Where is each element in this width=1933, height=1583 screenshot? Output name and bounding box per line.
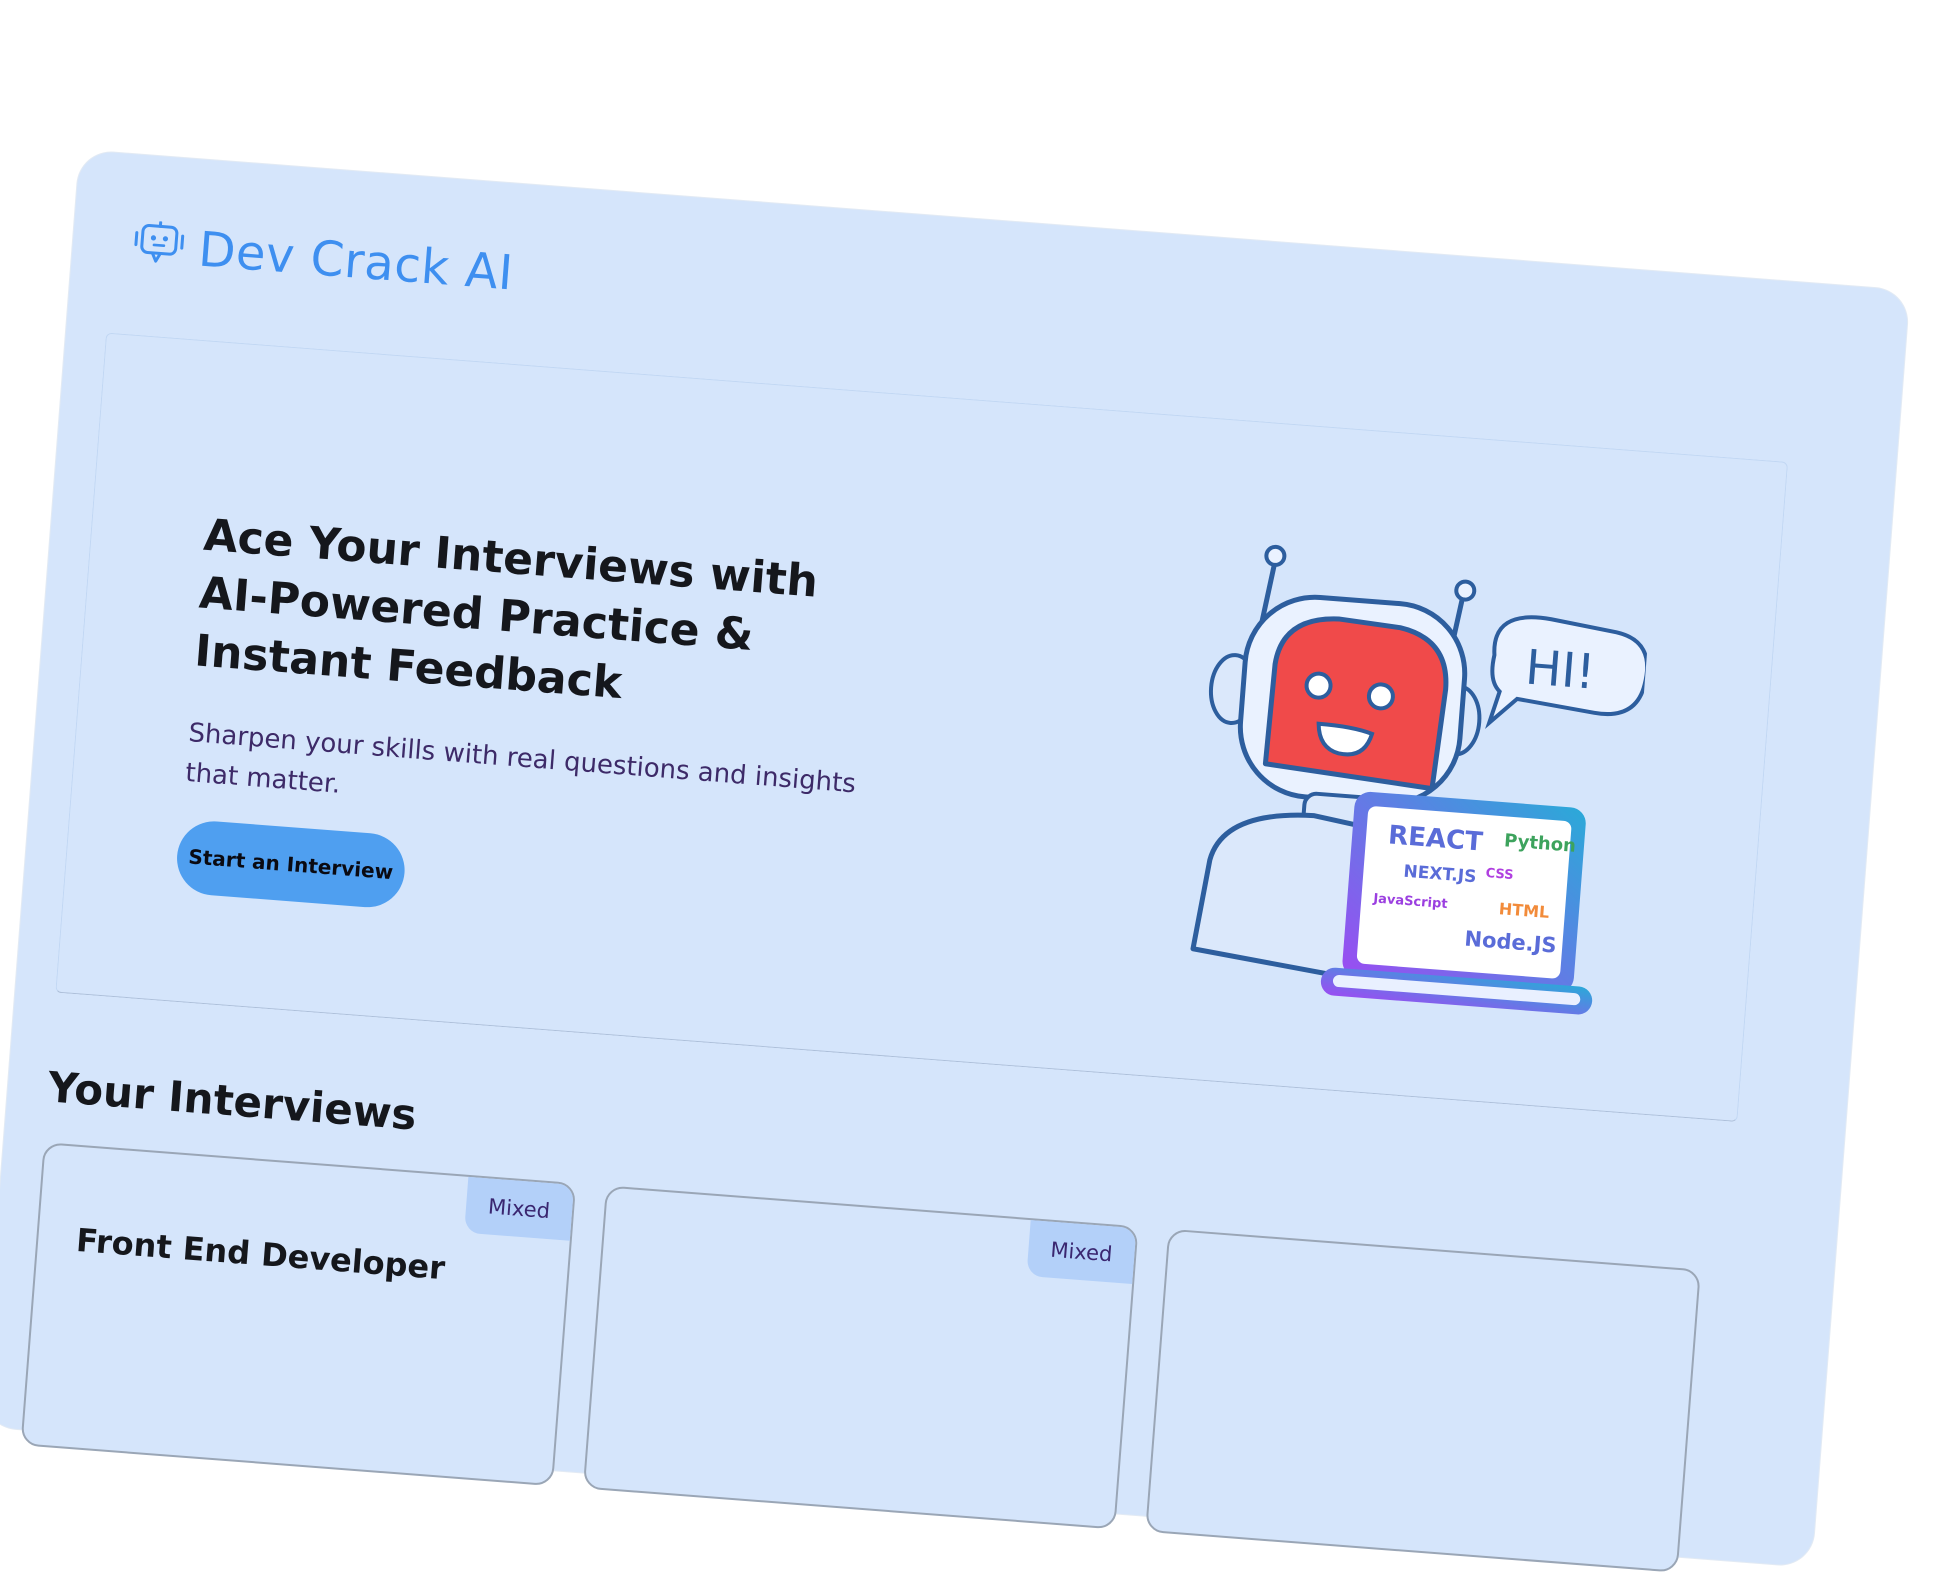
section-title-your-interviews: Your Interviews: [46, 1062, 419, 1140]
interview-card[interactable]: Mixed Front End Developer: [20, 1142, 577, 1487]
speech-text: HI!: [1523, 640, 1597, 701]
tech-label: HTML: [1498, 899, 1550, 922]
interview-cards: Mixed Front End Developer Mixed: [20, 1142, 1701, 1573]
page-card: Dev Crack AI Ace Your Interviews with AI…: [0, 150, 1910, 1573]
robot-laptop-illustration: HI! REACT Python NEXT.JS CSS JavaScript …: [1190, 544, 1650, 1015]
hero-section: Ace Your Interviews with AI-Powered Prac…: [55, 332, 1789, 1123]
tech-label: CSS: [1485, 866, 1514, 883]
brand-name: Dev Crack AI: [196, 221, 516, 302]
interview-card[interactable]: [1145, 1228, 1701, 1573]
start-interview-button[interactable]: Start an Interview: [174, 818, 408, 910]
interview-type-badge: Mixed: [1026, 1220, 1137, 1285]
brand-logo[interactable]: Dev Crack AI: [131, 216, 516, 302]
interview-card-title: Front End Developer: [74, 1220, 447, 1288]
chat-robot-icon: [131, 219, 187, 273]
interview-type-badge: Mixed: [464, 1176, 575, 1241]
interview-card[interactable]: Mixed: [582, 1185, 1139, 1530]
hero-title: Ace Your Interviews with AI-Powered Prac…: [192, 509, 820, 710]
